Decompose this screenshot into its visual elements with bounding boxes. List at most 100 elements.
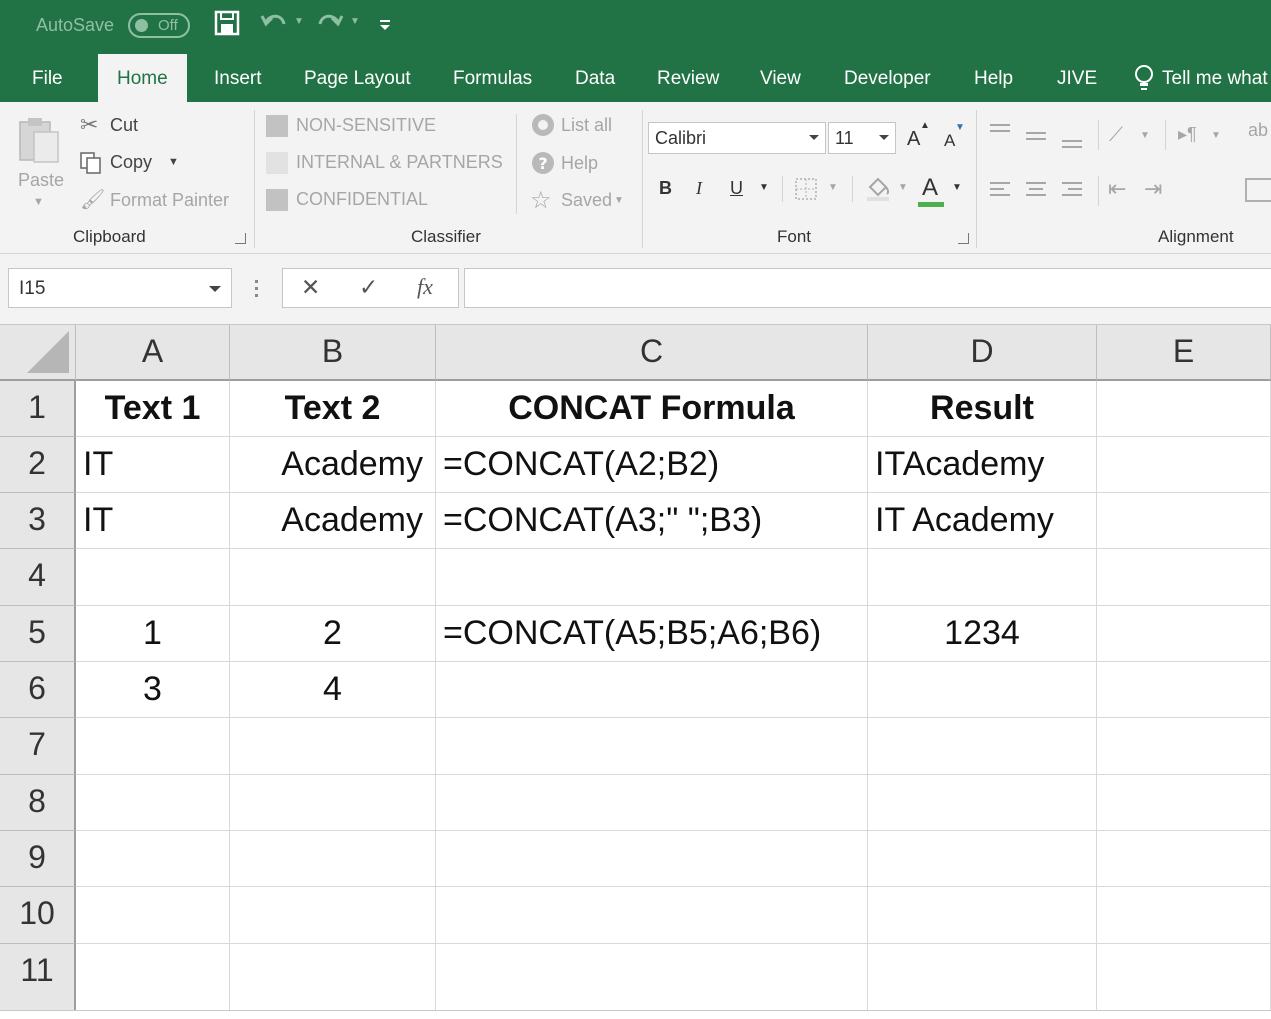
fill-color-icon[interactable] xyxy=(865,174,891,202)
cell-e2[interactable] xyxy=(1097,437,1271,493)
clipboard-launcher-icon[interactable] xyxy=(235,233,246,244)
cell-a9[interactable] xyxy=(76,831,230,887)
text-direction-dropdown-icon[interactable]: ▼ xyxy=(1211,130,1221,141)
cell-c10[interactable] xyxy=(436,887,868,944)
tab-insert[interactable]: Insert xyxy=(214,68,262,90)
saved-button[interactable]: Saved xyxy=(561,190,612,211)
cell-d8[interactable] xyxy=(868,775,1097,831)
row-header-6[interactable]: 6 xyxy=(0,662,76,718)
bold-button[interactable]: B xyxy=(659,178,672,199)
redo-icon[interactable] xyxy=(316,10,344,44)
drag-handle-icon[interactable] xyxy=(255,280,259,301)
autosave-toggle[interactable]: Off xyxy=(128,13,190,38)
column-header-c[interactable]: C xyxy=(436,325,868,381)
cell-d7[interactable] xyxy=(868,718,1097,775)
saved-dropdown-icon[interactable]: ▼ xyxy=(614,195,624,206)
row-header-1[interactable]: 1 xyxy=(0,381,76,437)
cell-c2[interactable]: =CONCAT(A2;B2) xyxy=(436,437,868,493)
align-bottom-icon[interactable] xyxy=(1062,140,1082,152)
cell-d3[interactable]: IT Academy xyxy=(868,493,1097,549)
font-color-dropdown-icon[interactable]: ▼ xyxy=(952,182,962,193)
cell-e3[interactable] xyxy=(1097,493,1271,549)
cell-d5[interactable]: 1234 xyxy=(868,606,1097,662)
customize-toolbar-icon[interactable] xyxy=(378,12,392,42)
align-middle-icon[interactable] xyxy=(1026,132,1046,144)
cell-b5[interactable]: 2 xyxy=(230,606,436,662)
cell-e1[interactable] xyxy=(1097,381,1271,437)
cell-d11[interactable] xyxy=(868,944,1097,1011)
cut-button[interactable]: Cut xyxy=(110,115,138,136)
column-header-b[interactable]: B xyxy=(230,325,436,381)
shrink-font-button[interactable]: A xyxy=(944,131,955,151)
cell-d2[interactable]: ITAcademy xyxy=(868,437,1097,493)
cell-e4[interactable] xyxy=(1097,549,1271,606)
classifier-non-sensitive[interactable]: NON-SENSITIVE xyxy=(296,115,436,136)
cell-c3[interactable]: =CONCAT(A3;" ";B3) xyxy=(436,493,868,549)
column-header-e[interactable]: E xyxy=(1097,325,1271,381)
borders-dropdown-icon[interactable]: ▼ xyxy=(828,182,838,193)
tab-home[interactable]: Home xyxy=(98,54,187,102)
cell-a5[interactable]: 1 xyxy=(76,606,230,662)
row-header-2[interactable]: 2 xyxy=(0,437,76,493)
tab-page-layout[interactable]: Page Layout xyxy=(304,68,411,90)
row-header-4[interactable]: 4 xyxy=(0,549,76,606)
font-launcher-icon[interactable] xyxy=(958,233,969,244)
column-header-a[interactable]: A xyxy=(76,325,230,381)
name-box[interactable]: I15 xyxy=(8,268,232,308)
paste-dropdown-icon[interactable]: ▼ xyxy=(33,196,44,208)
cell-b8[interactable] xyxy=(230,775,436,831)
cell-d10[interactable] xyxy=(868,887,1097,944)
cell-a8[interactable] xyxy=(76,775,230,831)
cell-c6[interactable] xyxy=(436,662,868,718)
cell-e6[interactable] xyxy=(1097,662,1271,718)
align-top-icon[interactable] xyxy=(990,124,1010,136)
select-all-button[interactable] xyxy=(0,325,76,381)
decrease-indent-icon[interactable]: ⇤ xyxy=(1108,176,1126,202)
paste-button[interactable]: Paste xyxy=(18,170,64,191)
cell-b3[interactable]: Academy xyxy=(230,493,436,549)
row-header-3[interactable]: 3 xyxy=(0,493,76,549)
row-header-8[interactable]: 8 xyxy=(0,775,76,831)
cell-d6[interactable] xyxy=(868,662,1097,718)
cell-e10[interactable] xyxy=(1097,887,1271,944)
undo-dropdown-icon[interactable]: ▼ xyxy=(294,16,304,27)
cancel-icon[interactable]: ✕ xyxy=(301,274,320,301)
cell-e8[interactable] xyxy=(1097,775,1271,831)
wrap-text-icon[interactable]: ab xyxy=(1248,120,1268,141)
tab-data[interactable]: Data xyxy=(575,68,615,90)
cell-e5[interactable] xyxy=(1097,606,1271,662)
list-all-button[interactable]: List all xyxy=(561,115,612,136)
merge-center-icon[interactable] xyxy=(1245,178,1271,202)
enter-icon[interactable]: ✓ xyxy=(359,274,378,301)
classifier-confidential[interactable]: CONFIDENTIAL xyxy=(296,189,428,210)
cell-c11[interactable] xyxy=(436,944,868,1011)
cell-b10[interactable] xyxy=(230,887,436,944)
fill-color-dropdown-icon[interactable]: ▼ xyxy=(898,182,908,193)
cell-c1[interactable]: CONCAT Formula xyxy=(436,381,868,437)
italic-button[interactable]: I xyxy=(696,178,702,199)
cell-b11[interactable] xyxy=(230,944,436,1011)
font-name-dropdown[interactable]: Calibri xyxy=(648,122,826,154)
cell-a1[interactable]: Text 1 xyxy=(76,381,230,437)
cell-c8[interactable] xyxy=(436,775,868,831)
cell-a4[interactable] xyxy=(76,549,230,606)
tab-jive[interactable]: JIVE xyxy=(1057,68,1097,90)
cell-e9[interactable] xyxy=(1097,831,1271,887)
cell-d9[interactable] xyxy=(868,831,1097,887)
redo-dropdown-icon[interactable]: ▼ xyxy=(350,16,360,27)
cell-e11[interactable] xyxy=(1097,944,1271,1011)
tab-developer[interactable]: Developer xyxy=(844,68,931,90)
cell-c7[interactable] xyxy=(436,718,868,775)
cell-a2[interactable]: IT xyxy=(76,437,230,493)
align-left-icon[interactable] xyxy=(990,182,1010,200)
borders-icon[interactable] xyxy=(795,178,817,200)
format-painter-button[interactable]: Format Painter xyxy=(110,190,229,211)
tab-review[interactable]: Review xyxy=(657,68,719,90)
orientation-icon[interactable]: ⟋ xyxy=(1109,124,1123,147)
insert-function-icon[interactable]: fx xyxy=(417,274,433,300)
copy-dropdown-icon[interactable]: ▼ xyxy=(168,156,179,168)
cell-b7[interactable] xyxy=(230,718,436,775)
cell-b9[interactable] xyxy=(230,831,436,887)
clipboard-icon[interactable] xyxy=(18,116,62,164)
font-color-button[interactable]: A xyxy=(922,174,938,202)
